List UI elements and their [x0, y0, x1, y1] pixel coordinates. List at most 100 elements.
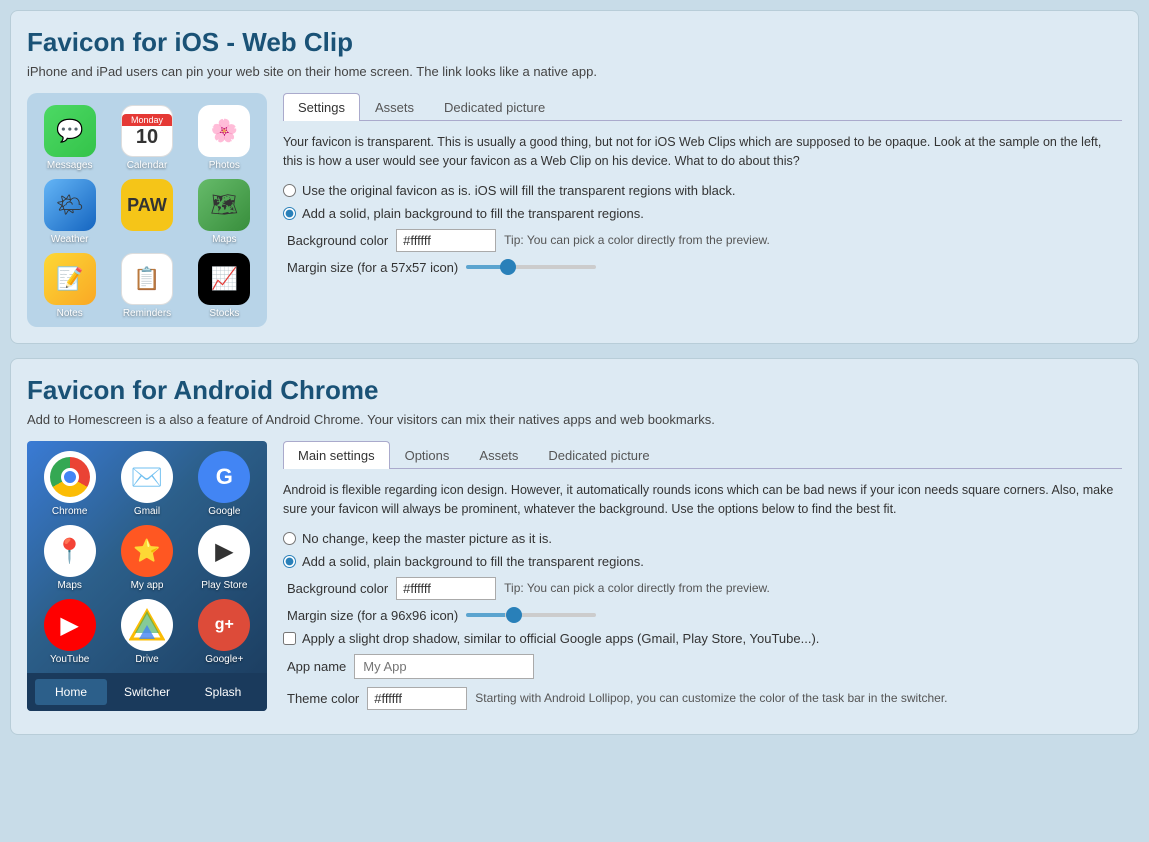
taskbar-btn-splash[interactable]: Splash — [187, 679, 259, 705]
ios-label-notes: Notes — [57, 308, 83, 319]
android-margin-row: Margin size (for a 96x96 icon) — [287, 608, 1122, 623]
ios-icon-maps: 🗺 — [198, 179, 250, 231]
android-app-myapp: ⭐ My app — [112, 525, 181, 591]
ios-bg-color-row: Background color Tip: You can pick a col… — [287, 229, 1122, 252]
android-radio-solid[interactable]: Add a solid, plain background to fill th… — [283, 554, 1122, 569]
taskbar-btn-switcher[interactable]: Switcher — [111, 679, 183, 705]
android-bg-color-row: Background color Tip: You can pick a col… — [287, 577, 1122, 600]
ios-icon-photos: 🌸 — [198, 105, 250, 157]
android-margin-label: Margin size (for a 96x96 icon) — [287, 608, 458, 623]
ios-icon-paw: PAW — [121, 179, 173, 231]
android-radio-nochange[interactable]: No change, keep the master picture as it… — [283, 531, 1122, 546]
android-subtitle: Add to Homescreen is a also a feature of… — [27, 412, 1122, 427]
ios-preview: 💬 Messages Monday 10 Calendar 🌸 Photos — [27, 93, 267, 327]
android-icon-myapp: ⭐ — [121, 525, 173, 577]
ios-app-messages: 💬 Messages — [35, 105, 104, 171]
android-label-myapp: My app — [131, 580, 164, 591]
android-appname-input[interactable] — [354, 654, 534, 679]
android-grid: Chrome ✉️ Gmail G Google 📍 Maps — [35, 451, 259, 665]
android-radio-nochange-label: No change, keep the master picture as it… — [302, 531, 552, 546]
android-theme-color-row: Theme color Starting with Android Lollip… — [287, 687, 1122, 710]
ios-icon-weather: 🌤 — [44, 179, 96, 231]
android-icon-googleplus: g+ — [198, 599, 250, 651]
android-shadow-option[interactable]: Apply a slight drop shadow, similar to o… — [283, 631, 1122, 646]
android-tab-dedicated[interactable]: Dedicated picture — [533, 441, 664, 469]
android-preview: Chrome ✉️ Gmail G Google 📍 Maps — [27, 441, 267, 711]
android-label-youtube: YouTube — [50, 654, 89, 665]
ios-title: Favicon for iOS - Web Clip — [27, 27, 1122, 58]
ios-label-photos: Photos — [209, 160, 240, 171]
ios-radio-solid[interactable]: Add a solid, plain background to fill th… — [283, 206, 1122, 221]
android-label-maps: Maps — [57, 580, 81, 591]
android-app-google: G Google — [190, 451, 259, 517]
android-appname-row: App name — [287, 654, 1122, 679]
ios-tip-text: Tip: You can pick a color directly from … — [504, 233, 770, 247]
android-title: Favicon for Android Chrome — [27, 375, 1122, 406]
ios-settings-panel: Settings Assets Dedicated picture Your f… — [283, 93, 1122, 283]
ios-icon-reminders: 📋 — [121, 253, 173, 305]
ios-label-calendar: Calendar — [127, 160, 168, 171]
android-label-playstore: Play Store — [201, 580, 247, 591]
ios-icon-calendar: Monday 10 — [121, 105, 173, 157]
ios-margin-row: Margin size (for a 57x57 icon) — [287, 260, 1122, 275]
ios-label-stocks: Stocks — [209, 308, 239, 319]
ios-subtitle: iPhone and iPad users can pin your web s… — [27, 64, 1122, 79]
ios-app-calendar: Monday 10 Calendar — [112, 105, 181, 171]
android-app-chrome: Chrome — [35, 451, 104, 517]
android-app-youtube: ▶ YouTube — [35, 599, 104, 665]
android-tab-assets[interactable]: Assets — [464, 441, 533, 469]
ios-app-stocks: 📈 Stocks — [190, 253, 259, 319]
android-tabs: Main settings Options Assets Dedicated p… — [283, 441, 1122, 469]
ios-section: Favicon for iOS - Web Clip iPhone and iP… — [10, 10, 1139, 344]
ios-tab-assets[interactable]: Assets — [360, 93, 429, 121]
android-app-gmail: ✉️ Gmail — [112, 451, 181, 517]
ios-app-paw: PAW — [112, 179, 181, 245]
ios-app-weather: 🌤 Weather — [35, 179, 104, 245]
ios-label-maps: Maps — [212, 234, 236, 245]
ios-label-reminders: Reminders — [123, 308, 171, 319]
android-section: Favicon for Android Chrome Add to Homesc… — [10, 358, 1139, 735]
android-icon-playstore: ▶ — [198, 525, 250, 577]
ios-bg-color-input[interactable] — [396, 229, 496, 252]
android-theme-color-label: Theme color — [287, 691, 359, 706]
ios-radio-solid-label: Add a solid, plain background to fill th… — [302, 206, 644, 221]
android-app-playstore: ▶ Play Store — [190, 525, 259, 591]
android-tip-text: Tip: You can pick a color directly from … — [504, 581, 770, 595]
android-settings-text: Android is flexible regarding icon desig… — [283, 481, 1122, 519]
android-shadow-label: Apply a slight drop shadow, similar to o… — [302, 631, 819, 646]
android-label-googleplus: Google+ — [205, 654, 243, 665]
android-app-googleplus: g+ Google+ — [190, 599, 259, 665]
ios-icon-messages: 💬 — [44, 105, 96, 157]
ios-tab-settings[interactable]: Settings — [283, 93, 360, 121]
android-taskbar: Home Switcher Splash — [27, 673, 267, 711]
ios-radio-original[interactable]: Use the original favicon as is. iOS will… — [283, 183, 1122, 198]
android-tab-main[interactable]: Main settings — [283, 441, 390, 469]
ios-app-maps: 🗺 Maps — [190, 179, 259, 245]
android-settings-panel: Main settings Options Assets Dedicated p… — [283, 441, 1122, 718]
ios-icon-stocks: 📈 — [198, 253, 250, 305]
ios-icon-notes: 📝 — [44, 253, 96, 305]
android-tab-options[interactable]: Options — [390, 441, 465, 469]
android-label-drive: Drive — [135, 654, 158, 665]
android-theme-color-tip: Starting with Android Lollipop, you can … — [475, 691, 947, 705]
android-icon-youtube: ▶ — [44, 599, 96, 651]
android-app-drive: Drive — [112, 599, 181, 665]
ios-tab-dedicated[interactable]: Dedicated picture — [429, 93, 560, 121]
android-label-gmail: Gmail — [134, 506, 160, 517]
android-label-chrome: Chrome — [52, 506, 88, 517]
ios-tabs: Settings Assets Dedicated picture — [283, 93, 1122, 121]
android-icon-google: G — [198, 451, 250, 503]
android-theme-color-input[interactable] — [367, 687, 467, 710]
android-icon-chrome — [44, 451, 96, 503]
android-appname-label: App name — [287, 659, 346, 674]
android-app-maps: 📍 Maps — [35, 525, 104, 591]
android-icon-drive — [121, 599, 173, 651]
taskbar-btn-home[interactable]: Home — [35, 679, 107, 705]
android-bg-color-input[interactable] — [396, 577, 496, 600]
ios-margin-slider[interactable] — [466, 265, 596, 269]
ios-radio-original-label: Use the original favicon as is. iOS will… — [302, 183, 736, 198]
android-margin-slider[interactable] — [466, 613, 596, 617]
ios-margin-label: Margin size (for a 57x57 icon) — [287, 260, 458, 275]
android-radio-solid-label: Add a solid, plain background to fill th… — [302, 554, 644, 569]
android-shadow-checkbox[interactable] — [283, 632, 296, 645]
